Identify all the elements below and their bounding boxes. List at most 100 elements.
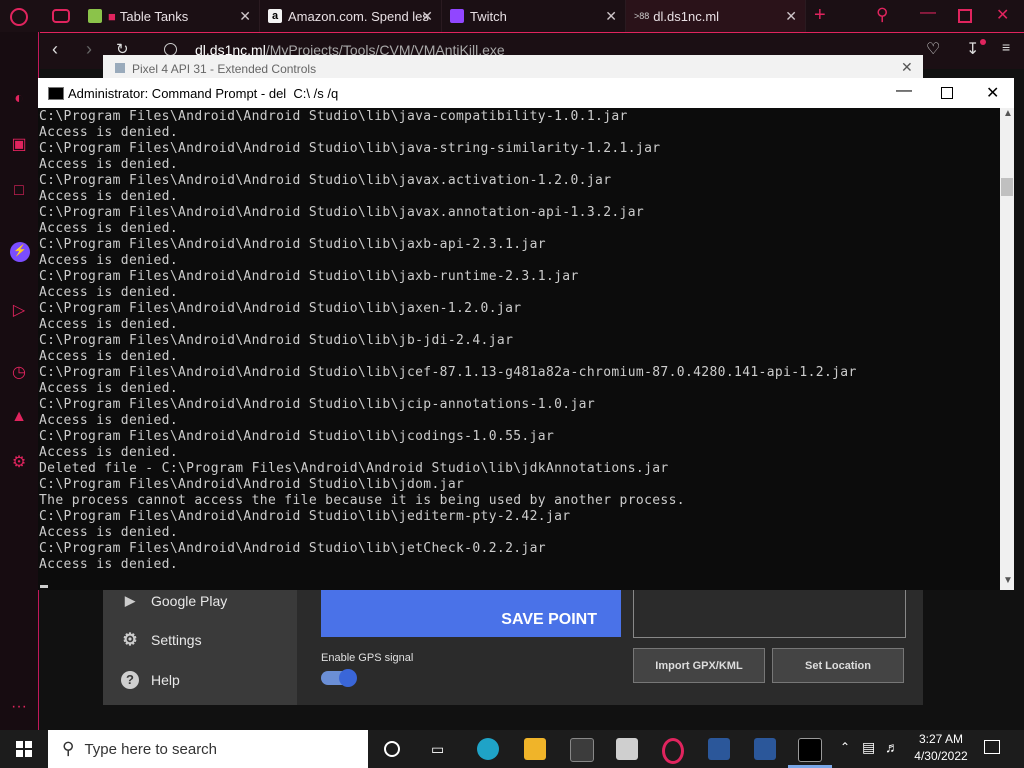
cortana-icon[interactable]	[384, 741, 400, 757]
menu-icon[interactable]: ≡	[1002, 39, 1010, 55]
tab-label: dl.ds1nc.ml	[653, 8, 720, 24]
history-icon[interactable]: ◷	[10, 364, 28, 382]
forward-icon[interactable]: ›	[86, 39, 92, 60]
back-icon[interactable]: ‹	[52, 39, 58, 60]
scroll-thumb[interactable]	[1001, 178, 1013, 196]
scroll-down-icon[interactable]: ▼	[1003, 575, 1013, 586]
opera-logo-icon[interactable]	[10, 8, 28, 26]
scroll-up-icon[interactable]: ▲	[1003, 108, 1013, 119]
restore-icon[interactable]	[958, 9, 972, 23]
cmd-line: C:\Program Files\Android\Android Studio\…	[39, 269, 579, 284]
cmd-line: C:\Program Files\Android\Android Studio\…	[39, 109, 628, 124]
task-view-icon[interactable]: ▭	[431, 741, 444, 758]
emulator-title: Pixel 4 API 31 - Extended Controls	[132, 62, 317, 76]
notifications-icon[interactable]	[984, 740, 1000, 754]
speed-dial-icon[interactable]: ◐	[10, 90, 28, 108]
cmd-line: Access is denied.	[39, 381, 179, 396]
cmd-line: C:\Program Files\Android\Android Studio\…	[39, 173, 612, 188]
tab-twitch[interactable]: Twitch ✕	[442, 0, 626, 32]
cmd-line: C:\Program Files\Android\Android Studio\…	[39, 429, 555, 444]
word-icon[interactable]	[708, 738, 730, 760]
clock-date: 4/30/2022	[914, 749, 968, 763]
close-tab-icon[interactable]: ✕	[239, 8, 251, 25]
cmd-line: C:\Program Files\Android\Android Studio\…	[39, 141, 661, 156]
word-icon-2[interactable]	[754, 738, 776, 760]
nav-label: Help	[151, 672, 180, 688]
close-window-icon[interactable]: ✕	[996, 5, 1009, 25]
emulator-close-icon[interactable]: ✕	[901, 59, 913, 76]
cmd-minimize-icon[interactable]: —	[896, 82, 912, 100]
cmd-line: C:\Program Files\Android\Android Studio\…	[39, 509, 571, 524]
start-windows-icon[interactable]	[16, 741, 32, 757]
cmd-line: C:\Program Files\Android\Android Studio\…	[39, 365, 857, 380]
gamepad-icon[interactable]	[52, 9, 70, 23]
player-icon[interactable]: ▷	[10, 302, 28, 320]
close-tab-icon[interactable]: ✕	[421, 8, 433, 25]
volume-icon[interactable]: ♬	[885, 739, 899, 755]
taskbar-clock[interactable]: 3:27 AM 4/30/2022	[905, 731, 977, 765]
twitch-icon	[450, 9, 464, 23]
play-icon: ▶	[125, 593, 135, 608]
store-icon[interactable]	[570, 738, 594, 762]
twitch-sidebar-icon[interactable]: □	[10, 182, 28, 200]
nav-google-play[interactable]: ▶ Google Play	[121, 592, 227, 610]
mail-icon[interactable]	[616, 738, 638, 760]
close-tab-icon[interactable]: ✕	[605, 8, 617, 25]
cmd-line: Access is denied.	[39, 157, 179, 172]
edge-icon[interactable]	[477, 738, 499, 760]
location-textbox[interactable]	[633, 588, 906, 638]
cmd-title-bar: Administrator: Command Prompt - del C:\ …	[38, 78, 1014, 108]
tray-chevron-icon[interactable]: ⌃	[840, 740, 850, 754]
toggle-knob	[339, 669, 357, 687]
more-icon[interactable]: ···	[10, 698, 28, 716]
cmd-line: C:\Program Files\Android\Android Studio\…	[39, 301, 522, 316]
minimize-icon[interactable]: —	[920, 4, 936, 22]
cmd-output[interactable]: C:\Program Files\Android\Android Studio\…	[38, 108, 1000, 590]
tab-label: Amazon.com. Spend les	[288, 8, 429, 24]
cmd-line: Access is denied.	[39, 221, 179, 236]
cmd-close-icon[interactable]: ✕	[986, 83, 999, 103]
tab-label: Table Tanks	[119, 8, 189, 24]
text-cursor	[40, 585, 48, 588]
opera-taskbar-icon[interactable]	[662, 738, 684, 764]
cmd-line: The process cannot access the file becau…	[39, 493, 685, 508]
cmd-line: C:\Program Files\Android\Android Studio\…	[39, 477, 465, 492]
save-point-button[interactable]: SAVE POINT	[321, 588, 621, 637]
tab-table-tanks[interactable]: ■ Table Tanks ✕	[80, 0, 260, 32]
extensions-cube-icon[interactable]: ▲	[10, 408, 28, 426]
cmd-line: Access is denied.	[39, 557, 179, 572]
import-gpx-button[interactable]: Import GPX/KML	[633, 648, 765, 683]
cmd-maximize-icon[interactable]	[941, 87, 953, 99]
cmd-line: Access is denied.	[39, 413, 179, 428]
new-tab-icon[interactable]: +	[814, 4, 826, 27]
settings-gear-icon[interactable]: ⚙	[10, 454, 28, 472]
heart-icon[interactable]: ♡	[926, 39, 940, 59]
close-tab-icon[interactable]: ✕	[785, 8, 797, 25]
save-point-label: SAVE POINT	[501, 611, 597, 628]
emulator-app-icon	[115, 63, 125, 73]
cmd-line: Access is denied.	[39, 285, 179, 300]
taskbar-search-box[interactable]: ⚲ Type here to search	[48, 730, 368, 768]
file-explorer-icon[interactable]	[524, 738, 546, 760]
download-icon[interactable]: ↧	[966, 39, 979, 59]
cmd-line: Access is denied.	[39, 445, 179, 460]
nav-help[interactable]: ? Help	[121, 671, 180, 689]
search-tabs-icon[interactable]: ⚲	[876, 5, 888, 25]
gear-icon: ⚙	[122, 630, 138, 649]
speaker-icon: ■	[108, 8, 116, 24]
set-location-button[interactable]: Set Location	[772, 648, 904, 683]
search-placeholder: Type here to search	[84, 740, 218, 758]
shopping-icon[interactable]: ▣	[10, 136, 28, 154]
cmd-line: C:\Program Files\Android\Android Studio\…	[39, 237, 546, 252]
messenger-icon[interactable]: ⚡	[10, 242, 30, 262]
cmd-line: C:\Program Files\Android\Android Studio\…	[39, 541, 546, 556]
tab-amazon[interactable]: a Amazon.com. Spend les ✕	[260, 0, 442, 32]
tab-ds1nc[interactable]: >88 dl.ds1nc.ml ✕	[626, 0, 806, 32]
network-icon[interactable]: ▤	[862, 739, 875, 756]
cmd-line: Access is denied.	[39, 349, 179, 364]
table-tanks-icon	[88, 9, 102, 23]
nav-label: Settings	[151, 632, 202, 648]
nav-settings[interactable]: ⚙ Settings	[121, 630, 202, 649]
gps-toggle[interactable]	[321, 669, 357, 687]
cmd-taskbar-icon[interactable]	[798, 738, 822, 762]
